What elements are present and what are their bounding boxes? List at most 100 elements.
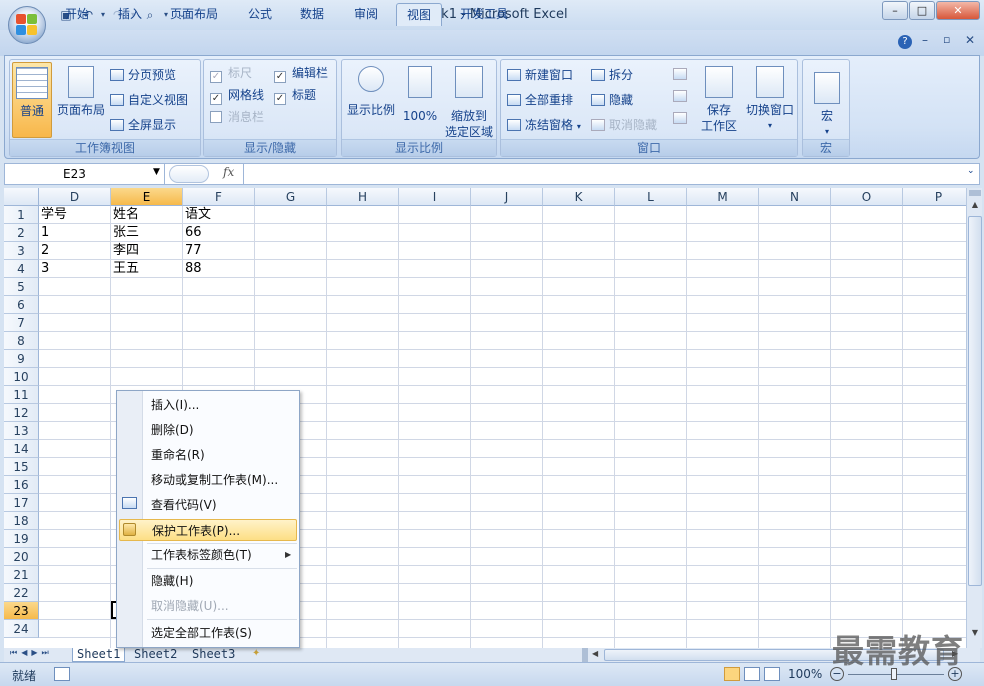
zoom-to-selection-button[interactable]: 缩放到 选定区域 — [442, 62, 496, 140]
page-layout-view-button[interactable]: 页面布局 — [54, 62, 108, 138]
message-bar-checkbox[interactable]: 消息栏 — [210, 106, 264, 128]
menu-item-rename[interactable]: 重命名(R) — [119, 444, 297, 466]
macro-record-icon[interactable] — [54, 667, 70, 681]
cell-e2[interactable]: 张三 — [111, 224, 183, 242]
column-header-e[interactable]: E — [111, 188, 183, 206]
row-header-17[interactable]: 17 — [4, 494, 39, 512]
menu-item-unhide[interactable]: 取消隐藏(U)... — [119, 595, 297, 617]
column-header-n[interactable]: N — [759, 188, 831, 206]
cell-d4[interactable]: 3 — [39, 260, 111, 278]
row-header-9[interactable]: 9 — [4, 350, 39, 368]
page-layout-status-icon[interactable] — [744, 667, 760, 681]
cell-d1[interactable]: 学号 — [39, 206, 111, 224]
menu-item-hide[interactable]: 隐藏(H) — [119, 570, 297, 592]
tab-split-handle[interactable] — [582, 648, 588, 662]
row-header-21[interactable]: 21 — [4, 566, 39, 584]
vertical-scroll-thumb[interactable] — [968, 216, 982, 586]
formula-input[interactable] — [247, 166, 967, 182]
scroll-up-icon[interactable]: ▲ — [968, 200, 982, 214]
row-header-11[interactable]: 11 — [4, 386, 39, 404]
column-header-d[interactable]: D — [39, 188, 111, 206]
formula-bar-checkbox[interactable]: ✓ 编辑栏 — [274, 62, 328, 84]
scroll-left-icon[interactable]: ◀ — [592, 649, 598, 658]
split-button[interactable]: 拆分 — [591, 64, 633, 86]
page-break-status-icon[interactable] — [764, 667, 780, 681]
tab-review[interactable]: 审阅 — [344, 3, 388, 26]
unhide-window-button[interactable]: 取消隐藏 — [591, 114, 657, 136]
custom-views-button[interactable]: 自定义视图 — [110, 89, 188, 111]
row-header-16[interactable]: 16 — [4, 476, 39, 494]
row-header-6[interactable]: 6 — [4, 296, 39, 314]
tab-formulas[interactable]: 公式 — [238, 3, 282, 26]
row-header-22[interactable]: 22 — [4, 584, 39, 602]
cell-f2[interactable]: 66 — [183, 224, 255, 242]
headings-checkbox[interactable]: ✓ 标题 — [274, 84, 316, 106]
ribbon-restore-icon[interactable]: ▫ — [943, 33, 950, 46]
cell-f1[interactable]: 语文 — [183, 206, 255, 224]
maximize-button[interactable]: □ — [909, 1, 935, 20]
row-header-1[interactable]: 1 — [4, 206, 39, 224]
zoom-button[interactable]: 显示比例 — [344, 62, 398, 118]
menu-item-view-code[interactable]: 查看代码(V) — [119, 494, 297, 516]
formula-bar-splitter[interactable] — [169, 165, 209, 183]
switch-windows-button[interactable]: 切换窗口 ▾ — [743, 62, 797, 134]
office-button[interactable] — [8, 6, 46, 44]
workbook-close-icon[interactable]: ✕ — [965, 33, 975, 47]
freeze-panes-button[interactable]: 冻结窗格 ▾ — [507, 114, 581, 136]
full-screen-button[interactable]: 全屏显示 — [110, 114, 176, 136]
insert-function-icon[interactable]: fx — [223, 165, 234, 179]
row-header-14[interactable]: 14 — [4, 440, 39, 458]
cell-f4[interactable]: 88 — [183, 260, 255, 278]
row-header-10[interactable]: 10 — [4, 368, 39, 386]
tab-developer[interactable]: 开发工具 — [450, 3, 518, 26]
column-header-p[interactable]: P — [903, 188, 966, 206]
menu-item-delete[interactable]: 删除(D) — [119, 419, 297, 441]
arrange-all-button[interactable]: 全部重排 — [507, 89, 573, 111]
column-header-m[interactable]: M — [687, 188, 759, 206]
cell-d3[interactable]: 2 — [39, 242, 111, 260]
save-workspace-button[interactable]: 保存 工作区 — [699, 62, 739, 134]
zoom-level[interactable]: 100% — [788, 667, 822, 681]
column-header-k[interactable]: K — [543, 188, 615, 206]
expand-formula-bar-icon[interactable]: ⌄ — [967, 166, 975, 176]
normal-view-button[interactable]: 普通 — [12, 62, 52, 138]
row-header-12[interactable]: 12 — [4, 404, 39, 422]
ruler-checkbox[interactable]: ✓ 标尺 — [210, 62, 252, 84]
column-header-g[interactable]: G — [255, 188, 327, 206]
column-header-o[interactable]: O — [831, 188, 903, 206]
tab-home[interactable]: 开始 — [55, 3, 99, 26]
cell-e4[interactable]: 王五 — [111, 260, 183, 278]
split-box[interactable] — [969, 190, 981, 196]
row-header-2[interactable]: 2 — [4, 224, 39, 242]
column-header-i[interactable]: I — [399, 188, 471, 206]
ribbon-minimize-icon[interactable]: – — [922, 33, 928, 47]
help-icon[interactable]: ? — [898, 35, 912, 49]
vertical-scrollbar[interactable]: ▲ ▼ — [966, 188, 982, 648]
row-header-18[interactable]: 18 — [4, 512, 39, 530]
menu-item-select-all-sheets[interactable]: 选定全部工作表(S) — [119, 622, 297, 644]
cell-d2[interactable]: 1 — [39, 224, 111, 242]
sheet-tab-2[interactable]: Sheet2 — [130, 648, 181, 662]
row-header-7[interactable]: 7 — [4, 314, 39, 332]
zoom-100-button[interactable]: 100% — [400, 62, 440, 124]
macros-button[interactable]: 宏 ▾ — [807, 62, 847, 140]
column-header-f[interactable]: F — [183, 188, 255, 206]
row-header-15[interactable]: 15 — [4, 458, 39, 476]
cell-e3[interactable]: 李四 — [111, 242, 183, 260]
name-box[interactable]: E23 — [5, 164, 165, 184]
menu-item-protect-sheet[interactable]: 保护工作表(P)... — [119, 519, 297, 541]
cell-e1[interactable]: 姓名 — [111, 206, 183, 224]
row-header-4[interactable]: 4 — [4, 260, 39, 278]
row-header-5[interactable]: 5 — [4, 278, 39, 296]
scroll-down-icon[interactable]: ▼ — [968, 628, 982, 642]
side-by-side-icons[interactable] — [673, 68, 689, 130]
menu-item-tab-color[interactable]: 工作表标签颜色(T) — [119, 544, 297, 566]
tab-insert[interactable]: 插入 — [108, 3, 152, 26]
tab-page-layout[interactable]: 页面布局 — [160, 3, 228, 26]
hide-window-button[interactable]: 隐藏 — [591, 89, 633, 111]
normal-view-status-icon[interactable] — [724, 667, 740, 681]
name-box-dropdown-icon[interactable]: ▼ — [153, 167, 160, 177]
tab-data[interactable]: 数据 — [290, 3, 334, 26]
select-all-corner[interactable] — [4, 188, 39, 206]
new-window-button[interactable]: 新建窗口 — [507, 64, 573, 86]
